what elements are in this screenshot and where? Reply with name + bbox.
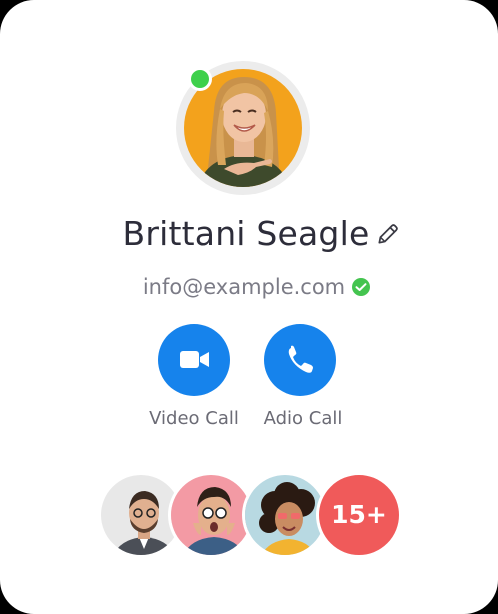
phone-icon bbox=[288, 345, 313, 373]
audio-call-button[interactable] bbox=[264, 324, 336, 396]
profile-name: Brittani Seagle bbox=[122, 214, 370, 253]
pencil-icon[interactable] bbox=[375, 221, 401, 247]
profile-email: info@example.com bbox=[142, 275, 346, 299]
name-row: Brittani Seagle bbox=[0, 214, 498, 264]
verified-check-icon bbox=[351, 277, 371, 297]
profile-card: Brittani Seagle info@example.com Video C… bbox=[0, 0, 498, 614]
video-camera-icon bbox=[180, 351, 209, 368]
online-status-dot bbox=[188, 67, 212, 91]
audio-call-label: Adio Call bbox=[263, 408, 343, 429]
email-row: info@example.com bbox=[0, 275, 498, 299]
more-friends-badge[interactable]: 15+ bbox=[316, 472, 402, 558]
video-call-button[interactable] bbox=[158, 324, 230, 396]
